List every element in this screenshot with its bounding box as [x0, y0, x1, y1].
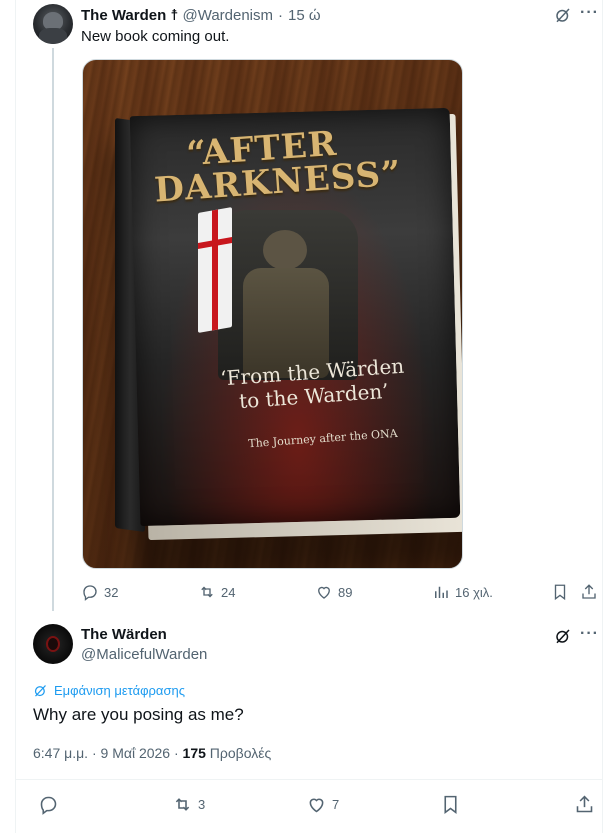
- reply-reply-button[interactable]: [38, 794, 59, 815]
- translate-icon: [34, 685, 46, 697]
- like-count: 89: [338, 584, 353, 600]
- repost-count: 24: [221, 584, 236, 600]
- heart-icon: [318, 586, 330, 599]
- reply-bookmark-button[interactable]: [440, 794, 461, 815]
- share-icon: [576, 795, 593, 813]
- action-bar-divider: [16, 779, 602, 780]
- share-icon: [582, 584, 596, 599]
- repost-icon: [175, 798, 190, 811]
- repost-icon: [201, 586, 213, 598]
- tweet-timestamp[interactable]: 15 ώ: [288, 7, 321, 24]
- reply-header: The Wärden: [81, 626, 167, 643]
- tweet-media-image[interactable]: “AFTER DARKNESS” ‘From the Wärden to the…: [82, 59, 463, 569]
- reply-icon: [83, 585, 97, 601]
- reply-icon: [40, 796, 57, 815]
- reply-views-label: Προβολές: [209, 745, 272, 761]
- reply-more-icon[interactable]: ···: [580, 625, 599, 643]
- cover-flag: [198, 207, 232, 333]
- grok-icon[interactable]: [554, 6, 572, 24]
- reply-user-handle[interactable]: @MalicefulWarden: [81, 646, 207, 663]
- time-separator: ·: [278, 6, 284, 24]
- reply-count: 32: [104, 584, 119, 600]
- heart-icon: [309, 798, 324, 813]
- reply-handle-row: @MalicefulWarden: [81, 646, 207, 663]
- like-button[interactable]: 89: [315, 583, 352, 601]
- tweet-text: New book coming out.: [81, 28, 230, 45]
- reply-meta: 6:47 μ.μ. · 9 Μαΐ 2026 · 175 Προβολές: [33, 745, 272, 761]
- tweet-header: The Warden ☨ @Wardenism · 15 ώ: [81, 6, 321, 25]
- bookmark-icon: [444, 795, 457, 814]
- reply-like-button[interactable]: 7: [306, 794, 339, 815]
- timeline-left-border: [15, 0, 16, 833]
- translate-label: Εμφάνιση μετάφρασης: [54, 683, 185, 698]
- user-handle[interactable]: @Wardenism: [182, 7, 273, 24]
- views-count: 16 χιλ.: [455, 584, 493, 600]
- avatar[interactable]: [33, 4, 73, 44]
- cover-title: “AFTER DARKNESS”: [153, 123, 403, 211]
- views-icon: [435, 586, 448, 598]
- reply-time[interactable]: 6:47 μ.μ.: [33, 745, 88, 761]
- reply-grok-icon[interactable]: [554, 627, 572, 645]
- reply-views-count: 175: [182, 745, 206, 761]
- thread-connector-line: [52, 48, 54, 611]
- bookmark-button[interactable]: [551, 583, 569, 601]
- reply-date[interactable]: 9 Μαΐ 2026: [101, 745, 171, 761]
- cover-figure-head: [263, 230, 307, 270]
- name-badge-icon: ☨: [170, 7, 179, 24]
- repost-button[interactable]: 24: [198, 583, 235, 601]
- views-button[interactable]: 16 χιλ.: [432, 583, 493, 601]
- display-name[interactable]: The Warden: [81, 7, 166, 24]
- reply-text: Why are you posing as me?: [33, 705, 244, 724]
- reply-button[interactable]: 32: [81, 583, 118, 601]
- reply-repost-button[interactable]: 3: [172, 794, 205, 815]
- bookmark-icon: [554, 584, 566, 601]
- reply-share-button[interactable]: [574, 794, 595, 815]
- reply-repost-count: 3: [198, 797, 206, 812]
- more-icon[interactable]: ···: [580, 4, 599, 22]
- reply-display-name[interactable]: The Wärden: [81, 626, 167, 643]
- timeline-right-border: [602, 0, 603, 833]
- show-translation-link[interactable]: Εμφάνιση μετάφρασης: [33, 683, 185, 698]
- reply-like-count: 7: [332, 797, 340, 812]
- reply-avatar[interactable]: [33, 624, 73, 664]
- avatar-body-shape: [39, 28, 67, 44]
- avatar-emblem-shape: [46, 636, 60, 652]
- share-button[interactable]: [580, 583, 598, 601]
